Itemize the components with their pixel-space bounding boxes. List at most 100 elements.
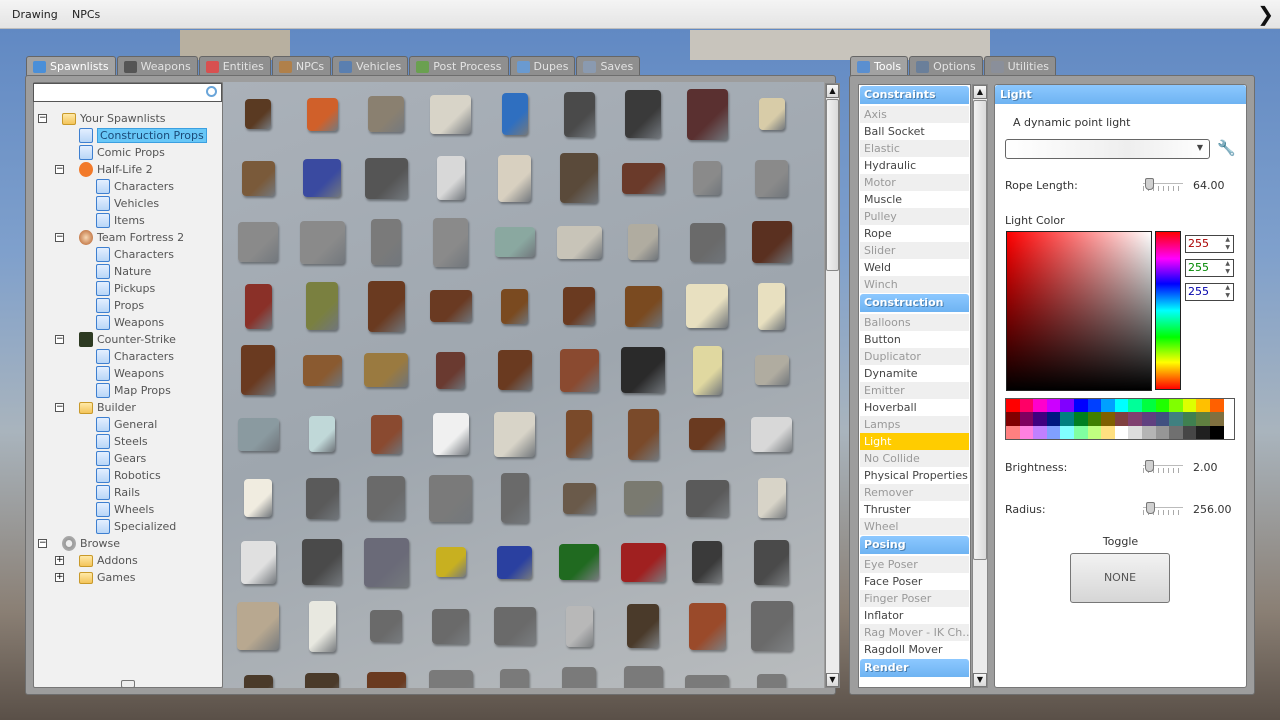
tree-item[interactable]: Gears xyxy=(96,450,146,467)
prop-thumbnail[interactable] xyxy=(693,161,722,195)
palette-swatch[interactable] xyxy=(1210,412,1224,426)
tool-item[interactable]: Inflator xyxy=(860,607,969,624)
prop-thumbnail[interactable] xyxy=(432,608,470,644)
tool-item[interactable]: Motor xyxy=(860,174,969,191)
hue-slider[interactable] xyxy=(1155,231,1181,390)
prop-thumbnail[interactable] xyxy=(302,539,343,585)
scroll-up-button[interactable]: ▲ xyxy=(973,85,987,99)
prop-thumbnail[interactable] xyxy=(237,417,279,451)
tool-item[interactable]: Lamps xyxy=(860,416,969,433)
prop-thumbnail[interactable] xyxy=(500,668,530,688)
tool-item[interactable]: Hydraulic xyxy=(860,157,969,174)
wrench-icon[interactable]: 🔧 xyxy=(1217,139,1236,157)
palette-swatch[interactable] xyxy=(1046,425,1061,440)
radius-value[interactable]: 256.00 xyxy=(1193,503,1232,516)
prop-thumbnail[interactable] xyxy=(370,610,403,642)
prop-thumbnail[interactable] xyxy=(757,673,787,688)
prop-thumbnail[interactable] xyxy=(563,91,595,137)
prop-thumbnail[interactable] xyxy=(750,601,793,651)
prop-thumbnail[interactable] xyxy=(562,482,596,514)
tree-item[interactable]: Robotics xyxy=(96,467,161,484)
prop-thumbnail[interactable] xyxy=(364,353,409,387)
prop-thumbnail[interactable] xyxy=(754,355,789,385)
slider-knob[interactable] xyxy=(1144,178,1154,190)
tree-item[interactable]: Pickups xyxy=(96,280,155,297)
prop-thumbnail[interactable] xyxy=(620,542,666,582)
prop-thumbnail[interactable] xyxy=(429,290,472,322)
tool-item[interactable]: Thruster xyxy=(860,501,969,518)
prop-thumbnail[interactable] xyxy=(308,600,336,652)
tool-item[interactable]: Physical Properties xyxy=(860,467,969,484)
spinner-icon[interactable]: ▲ ▼ xyxy=(1225,284,1230,300)
palette-swatch[interactable] xyxy=(1087,399,1102,413)
prop-thumbnail[interactable] xyxy=(241,160,275,196)
tool-item[interactable]: Muscle xyxy=(860,191,969,208)
collapse-icon[interactable]: − xyxy=(38,539,47,548)
palette-swatch[interactable] xyxy=(1196,399,1210,413)
palette-swatch[interactable] xyxy=(1182,425,1197,440)
prop-thumbnail[interactable] xyxy=(625,90,662,138)
tree-item[interactable]: Items xyxy=(96,212,145,229)
tool-item[interactable]: Rope xyxy=(860,225,969,242)
tree-item[interactable]: Steels xyxy=(96,433,148,450)
collapse-icon[interactable]: − xyxy=(38,114,47,123)
expand-icon[interactable]: + xyxy=(55,573,64,582)
palette-swatch[interactable] xyxy=(1128,399,1142,413)
palette-swatch[interactable] xyxy=(1046,412,1061,426)
spinner-icon[interactable]: ▲ ▼ xyxy=(1225,236,1230,252)
prop-thumbnail[interactable] xyxy=(758,98,785,130)
scroll-thumb[interactable] xyxy=(973,100,987,560)
palette-swatch[interactable] xyxy=(1019,425,1034,440)
category-header-render[interactable]: Render xyxy=(860,659,969,677)
tree-item[interactable]: Props xyxy=(96,297,144,314)
tree-resize-handle[interactable] xyxy=(121,680,135,688)
prop-thumbnail[interactable] xyxy=(621,347,666,393)
prop-thumbnail[interactable] xyxy=(627,604,660,648)
palette-swatch[interactable] xyxy=(1210,399,1224,413)
tree-item[interactable]: Team Fortress 2 xyxy=(79,229,184,246)
tree-item[interactable]: Characters xyxy=(96,178,174,195)
palette-swatch[interactable] xyxy=(1155,425,1170,440)
palette-swatch[interactable] xyxy=(1060,399,1074,413)
palette-swatch[interactable] xyxy=(1074,412,1088,426)
collapse-icon[interactable]: − xyxy=(55,403,64,412)
scroll-down-button[interactable]: ▼ xyxy=(826,673,839,687)
prop-thumbnail[interactable] xyxy=(244,283,272,329)
palette-swatch[interactable] xyxy=(1006,425,1020,440)
collapse-icon[interactable]: − xyxy=(55,233,64,242)
tree-item[interactable]: Counter-Strike xyxy=(79,331,176,348)
prop-thumbnail[interactable] xyxy=(689,222,725,262)
tab-weapons[interactable]: Weapons xyxy=(116,56,198,76)
tab-options[interactable]: Options xyxy=(909,56,983,76)
preset-dropdown[interactable]: ▼ xyxy=(1005,139,1210,159)
tool-item[interactable]: Elastic xyxy=(860,140,969,157)
tool-item[interactable]: Light xyxy=(860,433,969,450)
chevron-right-icon[interactable]: ❯ xyxy=(1257,2,1274,26)
collapse-icon[interactable]: − xyxy=(55,165,64,174)
prop-thumbnail[interactable] xyxy=(501,93,528,135)
tool-item[interactable]: Duplicator xyxy=(860,348,969,365)
prop-thumbnail[interactable] xyxy=(751,416,793,452)
prop-thumbnail[interactable] xyxy=(624,481,663,515)
prop-thumbnail[interactable] xyxy=(686,284,729,328)
props-scrollbar[interactable]: ▲ ▼ xyxy=(825,83,840,688)
prop-thumbnail[interactable] xyxy=(429,474,473,522)
palette-swatch[interactable] xyxy=(1182,399,1197,413)
palette-swatch[interactable] xyxy=(1182,412,1197,426)
collapse-icon[interactable]: − xyxy=(55,335,64,344)
tool-item[interactable]: Hoverball xyxy=(860,399,969,416)
tree-item[interactable]: Weapons xyxy=(96,314,164,331)
tree-item[interactable]: Nature xyxy=(96,263,151,280)
prop-thumbnail[interactable] xyxy=(500,473,529,523)
palette-swatch[interactable] xyxy=(1114,412,1129,426)
palette-swatch[interactable] xyxy=(1114,425,1129,440)
tree-item[interactable]: Rails xyxy=(96,484,140,501)
prop-thumbnail[interactable] xyxy=(688,602,726,650)
prop-thumbnail[interactable] xyxy=(566,410,592,458)
prop-thumbnail[interactable] xyxy=(430,94,472,134)
palette-swatch[interactable] xyxy=(1142,399,1156,413)
prop-thumbnail[interactable] xyxy=(432,413,469,455)
prop-thumbnail[interactable] xyxy=(435,547,466,577)
prop-thumbnail[interactable] xyxy=(757,478,786,518)
scroll-up-button[interactable]: ▲ xyxy=(826,84,839,98)
